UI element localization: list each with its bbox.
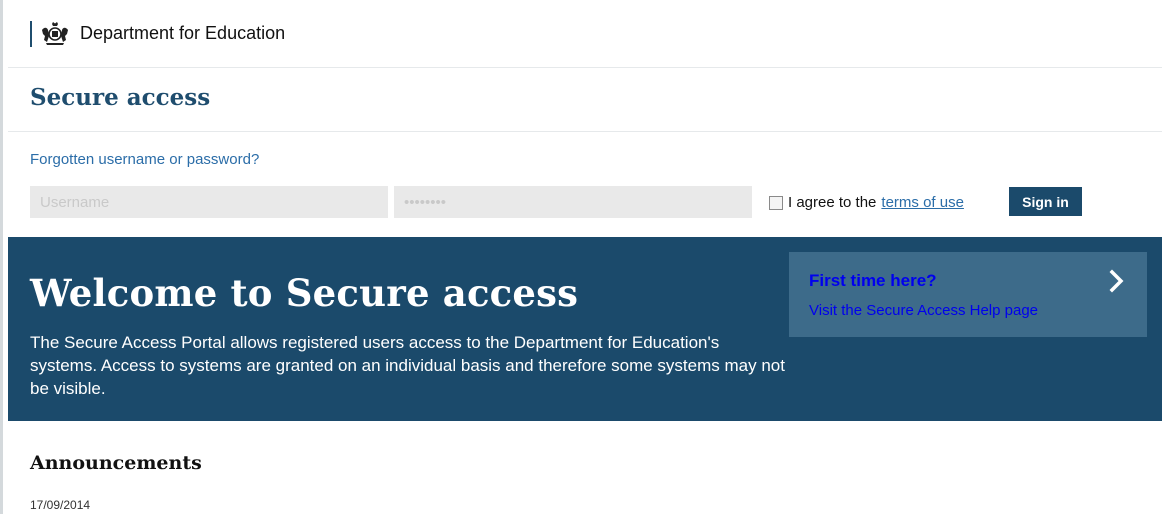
first-time-title: First time here? [809, 271, 937, 290]
login-form: Forgotten username or password? I agree … [8, 133, 1162, 237]
royal-crest-icon [40, 21, 70, 46]
terms-of-use-link[interactable]: terms of use [881, 194, 964, 211]
page: Department for Education Secure access F… [0, 0, 1162, 514]
hero-body: The Secure Access Portal allows register… [30, 333, 785, 398]
welcome-hero: Welcome to Secure access The Secure Acce… [8, 237, 1162, 421]
site-header: Department for Education [8, 0, 1162, 68]
hero-heading: Welcome to Secure access [30, 271, 579, 315]
brand-logo[interactable]: Department for Education [30, 20, 286, 47]
announcement-date: 17/09/2014 [30, 498, 91, 512]
forgot-credentials-link[interactable]: Forgotten username or password? [30, 151, 259, 168]
username-input[interactable] [30, 186, 388, 218]
chevron-right-icon [1109, 269, 1124, 293]
title-bar: Secure access [8, 68, 1162, 132]
terms-checkbox[interactable] [769, 195, 783, 210]
terms-agree-text: I agree to the [788, 194, 877, 211]
page-left-rule [0, 0, 3, 514]
sign-in-button[interactable]: Sign in [1009, 187, 1082, 216]
first-time-help-panel[interactable]: First time here? Visit the Secure Access… [789, 252, 1147, 337]
terms-agreement: I agree to the terms of use [769, 194, 964, 211]
announcements-heading: Announcements [30, 452, 202, 474]
password-input[interactable] [394, 186, 752, 218]
brand-name: Department for Education [80, 23, 286, 43]
announcements-section: Announcements 17/09/2014 [8, 421, 1162, 514]
first-time-subtitle: Visit the Secure Access Help page [809, 302, 1039, 319]
page-title: Secure access [30, 84, 211, 111]
